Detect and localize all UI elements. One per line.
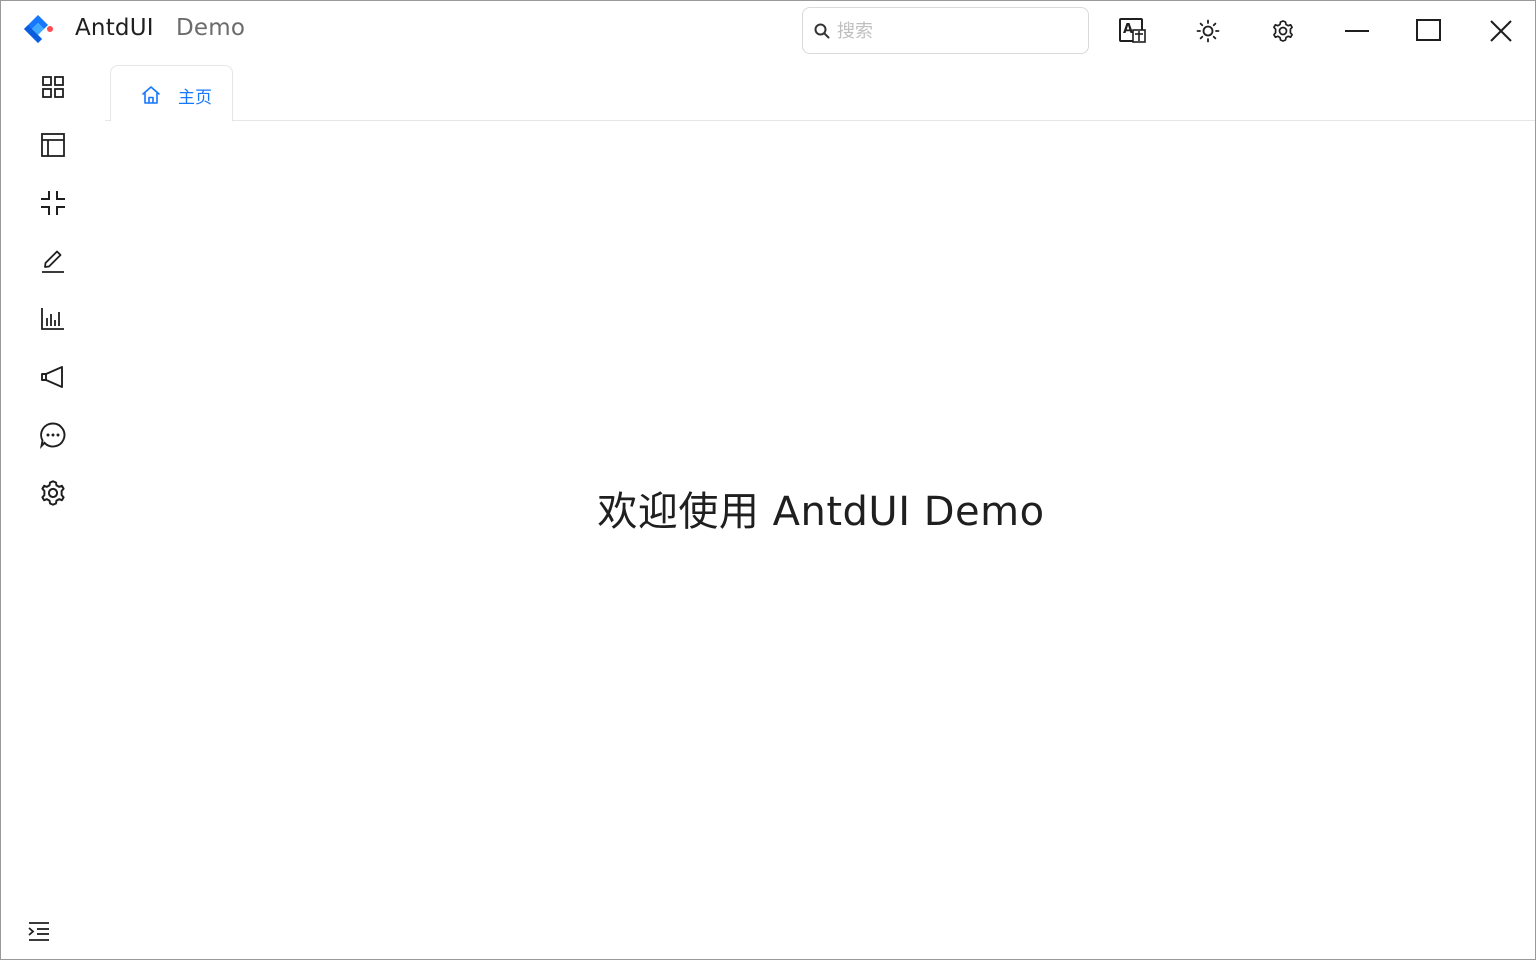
sidebar-item-layout[interactable]: [29, 121, 77, 169]
app-window: AntdUI Demo A: [0, 0, 1536, 960]
setting-icon: [41, 480, 65, 506]
translate-icon: A: [1119, 18, 1146, 43]
sidebar-item-edit[interactable]: [29, 237, 77, 285]
settings-icon: [1273, 20, 1293, 42]
search-input[interactable]: [837, 16, 1077, 46]
menu-unfold-icon: [28, 922, 49, 941]
search-icon: [814, 23, 830, 39]
tab-home[interactable]: 主页: [110, 65, 233, 122]
translate-button[interactable]: A: [1113, 11, 1153, 51]
sidebar-item-compress[interactable]: [29, 179, 77, 227]
app-title: AntdUI: [75, 15, 154, 41]
message-icon: [39, 422, 66, 449]
sun-icon: [1196, 19, 1220, 43]
settings-button[interactable]: [1263, 11, 1303, 51]
sidebar-item-chart[interactable]: [29, 295, 77, 343]
sidebar-item-notification[interactable]: [29, 353, 77, 401]
minimize-button[interactable]: [1337, 11, 1377, 51]
theme-toggle-button[interactable]: [1188, 11, 1228, 51]
close-icon: [1490, 20, 1512, 42]
app-subtitle: Demo: [176, 15, 246, 41]
sidebar-item-overview[interactable]: [29, 63, 77, 111]
notification-icon: [41, 366, 63, 388]
tab-bar: 主页: [105, 61, 1535, 122]
edit-icon: [42, 250, 64, 273]
search-box[interactable]: [802, 7, 1089, 54]
maximize-icon: [1416, 19, 1441, 41]
layout-icon: [41, 133, 65, 157]
compress-icon: [41, 191, 65, 215]
sidebar-nav: [1, 61, 105, 959]
home-icon: [142, 86, 160, 104]
tab-label: 主页: [178, 88, 212, 108]
title-bar: AntdUI Demo A: [1, 1, 1535, 61]
sidebar-item-message[interactable]: [29, 411, 77, 459]
appstore-icon: [42, 76, 64, 98]
svg-text:A: A: [1123, 22, 1133, 37]
minimize-icon: [1345, 30, 1369, 32]
welcome-text: 欢迎使用 AntdUI Demo: [597, 489, 1045, 535]
sidebar-item-settings[interactable]: [29, 469, 77, 517]
bar-chart-icon: [41, 308, 64, 330]
collapse-sidebar-button[interactable]: [25, 917, 53, 945]
close-button[interactable]: [1481, 11, 1521, 51]
maximize-button[interactable]: [1409, 11, 1449, 51]
antdui-logo-icon: [24, 15, 53, 43]
